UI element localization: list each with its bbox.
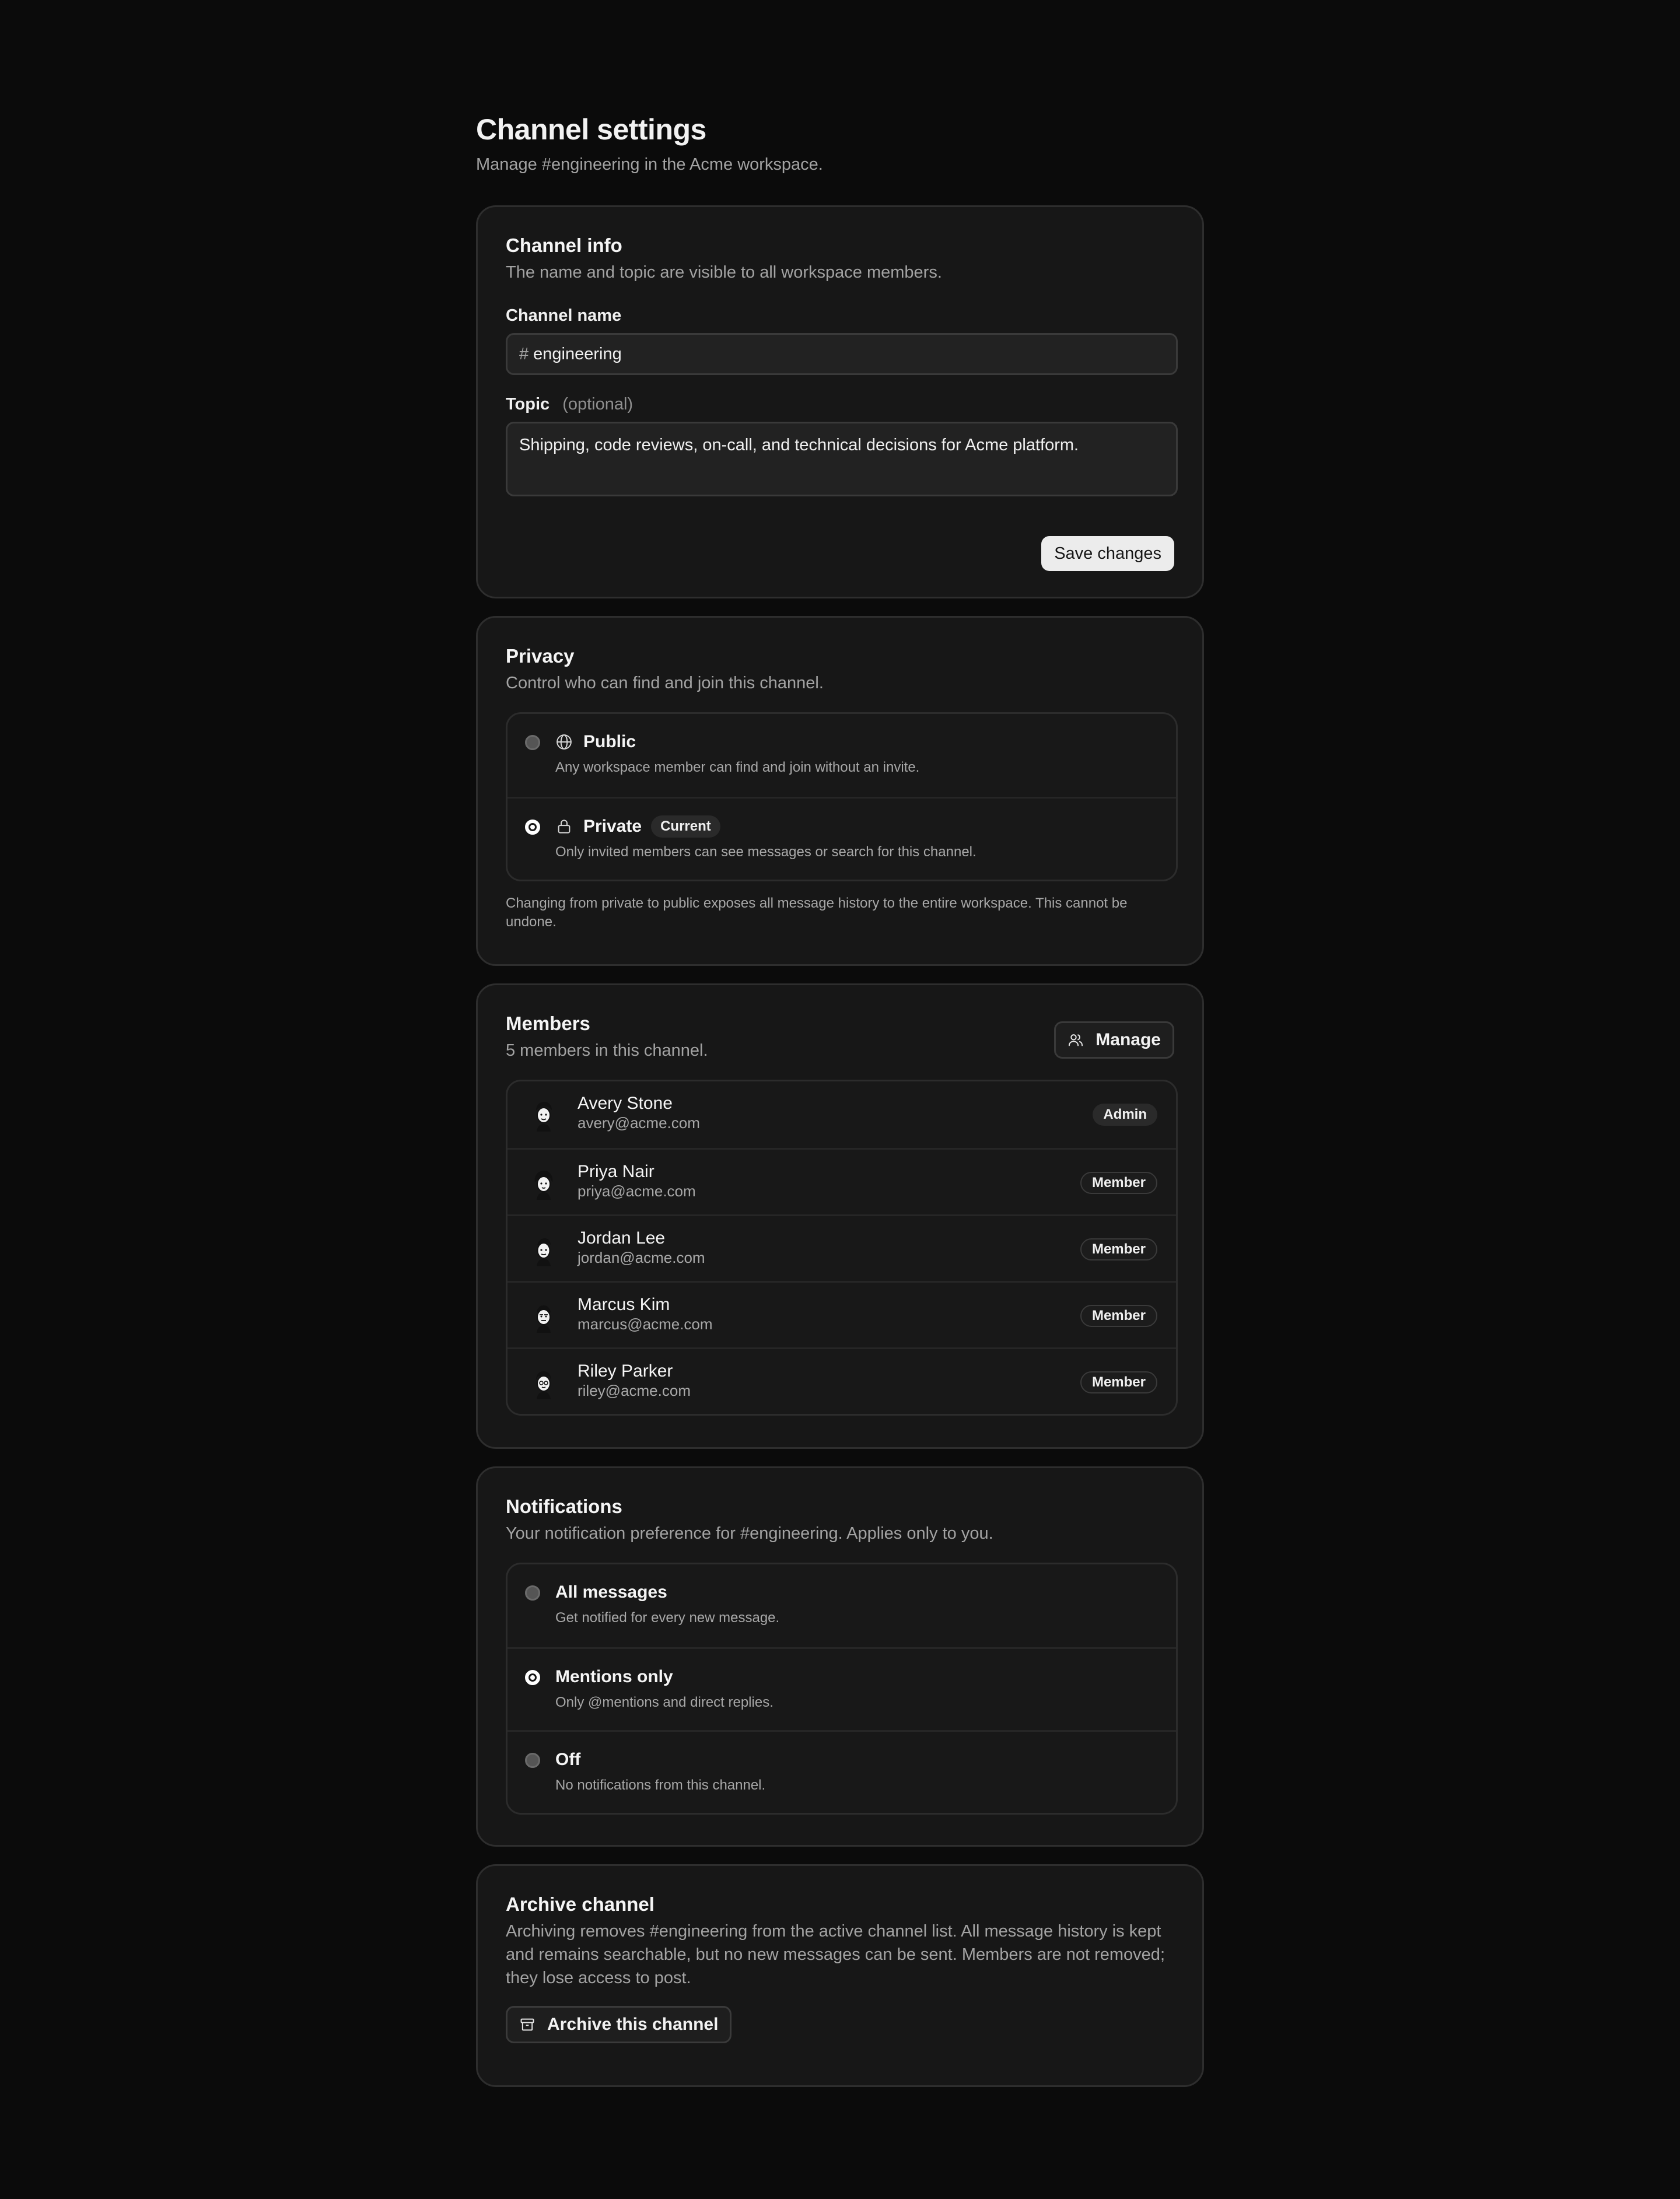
notifications-card: Notifications Your notification preferen… — [476, 1466, 1204, 1847]
member-name: Priya Nair — [578, 1162, 654, 1181]
mentions-only-radio[interactable] — [525, 1670, 540, 1685]
avatar — [526, 1232, 561, 1267]
privacy-title: Privacy — [506, 645, 575, 667]
notifications-description: Your notification preference for #engine… — [506, 1524, 993, 1543]
notification-option-off[interactable]: Off No notifications from this channel. — [508, 1730, 1176, 1813]
page-title: Channel settings — [476, 113, 706, 146]
avatar — [526, 1098, 561, 1133]
role-badge: Member — [1080, 1172, 1157, 1194]
member-name: Avery Stone — [578, 1094, 673, 1113]
public-description: Any workspace member can find and join w… — [555, 759, 920, 775]
channel-name-input[interactable]: # engineering — [506, 333, 1178, 375]
all-messages-radio[interactable] — [525, 1585, 540, 1601]
channel-name-value: engineering — [533, 344, 622, 363]
globe-icon — [555, 733, 574, 751]
topic-label-text: Topic — [506, 395, 550, 414]
off-radio[interactable] — [525, 1753, 540, 1768]
manage-members-button[interactable]: Manage — [1054, 1021, 1174, 1059]
off-description: No notifications from this channel. — [555, 1777, 766, 1793]
member-email: jordan@acme.com — [578, 1249, 705, 1266]
privacy-description: Control who can find and join this chann… — [506, 674, 824, 692]
role-badge: Member — [1080, 1371, 1157, 1393]
channel-info-title: Channel info — [506, 234, 622, 256]
avatar — [526, 1299, 561, 1334]
avatar — [526, 1365, 561, 1400]
private-radio[interactable] — [525, 820, 540, 835]
member-email: avery@acme.com — [578, 1114, 700, 1132]
private-description: Only invited members can see messages or… — [555, 844, 977, 860]
all-messages-description: Get notified for every new message. — [555, 1610, 780, 1626]
members-list: Avery Stone avery@acme.com Admin Priya N… — [506, 1080, 1178, 1416]
privacy-warning-note: Changing from private to public exposes … — [506, 895, 1128, 930]
privacy-card: Privacy Control who can find and join th… — [476, 616, 1204, 966]
notification-option-mentions[interactable]: Mentions only Only @mentions and direct … — [508, 1647, 1176, 1730]
archive-description: Archiving removes #engineering from the … — [506, 1922, 1165, 1987]
lock-icon — [555, 817, 574, 836]
member-email: marcus@acme.com — [578, 1315, 713, 1333]
privacy-option-public[interactable]: Public Any workspace member can find and… — [508, 714, 1176, 797]
private-label: Private — [583, 817, 642, 836]
off-label: Off — [555, 1750, 581, 1769]
channel-name-label: Channel name — [506, 306, 622, 325]
archive-icon — [519, 2016, 537, 2033]
mentions-only-description: Only @mentions and direct replies. — [555, 1694, 774, 1710]
role-badge: Admin — [1093, 1104, 1157, 1126]
avatar — [526, 1166, 561, 1201]
public-radio[interactable] — [525, 735, 540, 750]
notification-option-all[interactable]: All messages Get notified for every new … — [508, 1564, 1176, 1647]
archive-title: Archive channel — [506, 1893, 654, 1915]
member-name: Jordan Lee — [578, 1228, 666, 1248]
archive-channel-button[interactable]: Archive this channel — [506, 2006, 732, 2043]
public-label: Public — [583, 732, 636, 751]
member-row[interactable]: Avery Stone avery@acme.com Admin — [508, 1081, 1176, 1148]
privacy-options: Public Any workspace member can find and… — [506, 712, 1178, 881]
page-subtitle: Manage #engineering in the Acme workspac… — [476, 155, 823, 174]
members-card: Members 5 members in this channel. Manag… — [476, 983, 1204, 1449]
topic-optional-hint: (optional) — [562, 395, 634, 414]
manage-label: Manage — [1096, 1030, 1161, 1049]
member-name: Marcus Kim — [578, 1295, 670, 1314]
archive-card: Archive channel Archiving removes #engin… — [476, 1864, 1204, 2087]
users-icon — [1068, 1031, 1085, 1049]
role-badge: Member — [1080, 1238, 1157, 1260]
settings-page: Channel settings Manage #engineering in … — [476, 111, 1204, 2087]
archive-button-label: Archive this channel — [547, 2015, 719, 2034]
notifications-title: Notifications — [506, 1496, 622, 1517]
member-row[interactable]: Riley Parker riley@acme.com Member — [508, 1347, 1176, 1414]
channel-info-card: Channel info The name and topic are visi… — [476, 205, 1204, 598]
topic-textarea[interactable]: Shipping, code reviews, on-call, and tec… — [506, 422, 1178, 496]
member-row[interactable]: Marcus Kim marcus@acme.com Member — [508, 1281, 1176, 1347]
member-row[interactable]: Jordan Lee jordan@acme.com Member — [508, 1214, 1176, 1281]
member-email: riley@acme.com — [578, 1382, 691, 1399]
privacy-option-private[interactable]: Private Current Only invited members can… — [508, 797, 1176, 880]
member-email: priya@acme.com — [578, 1182, 696, 1200]
topic-label: Topic (optional) — [506, 393, 1174, 416]
channel-info-description: The name and topic are visible to all wo… — [506, 263, 942, 282]
current-badge: Current — [651, 815, 720, 838]
member-name: Riley Parker — [578, 1361, 673, 1381]
member-row[interactable]: Priya Nair priya@acme.com Member — [508, 1148, 1176, 1214]
hash-prefix: # — [519, 344, 529, 363]
save-changes-button[interactable]: Save changes — [1041, 536, 1174, 571]
notification-options: All messages Get notified for every new … — [506, 1563, 1178, 1815]
all-messages-label: All messages — [555, 1582, 667, 1602]
mentions-only-label: Mentions only — [555, 1667, 673, 1686]
role-badge: Member — [1080, 1305, 1157, 1327]
